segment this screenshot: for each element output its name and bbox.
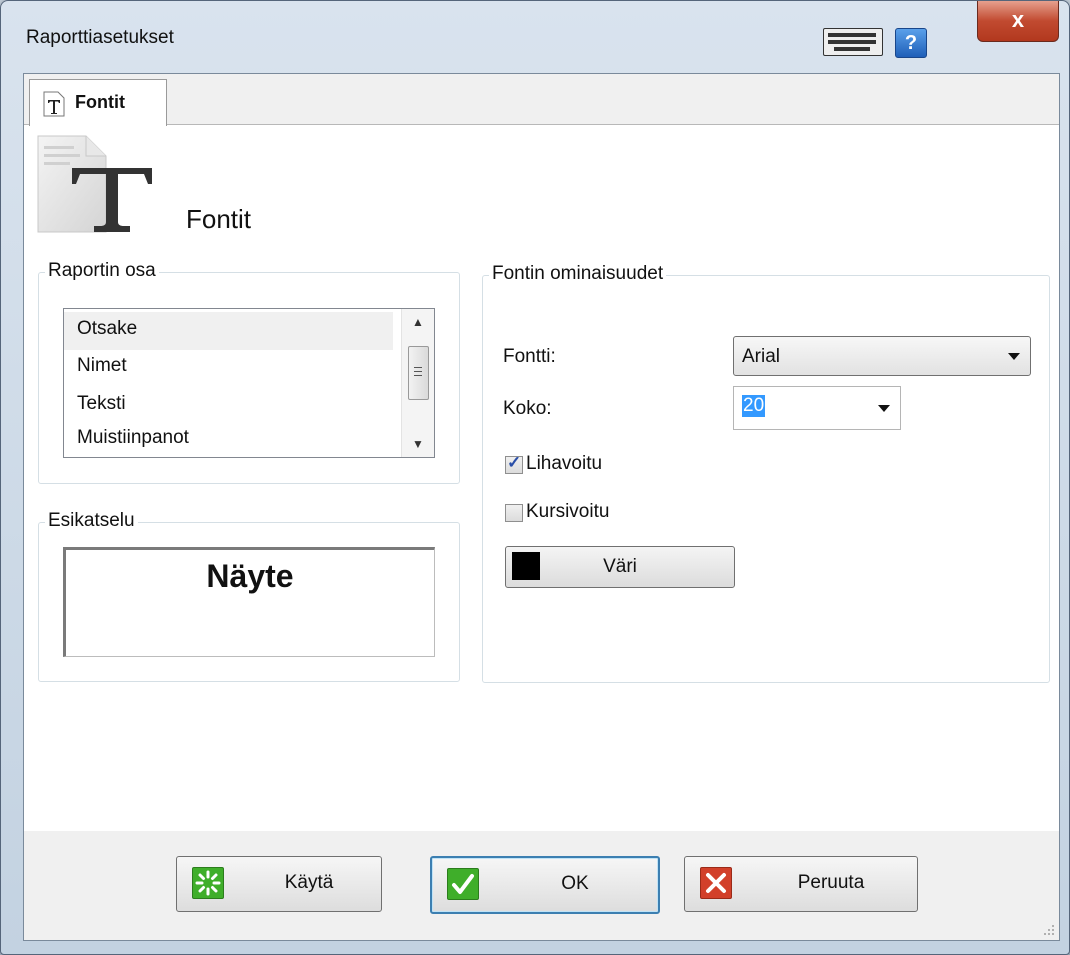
ok-button[interactable]: OK (430, 856, 660, 914)
page-title: Fontit (186, 204, 252, 234)
list-item-muistiinpanot[interactable]: Muistiinpanot (77, 427, 189, 449)
keyboard-icon[interactable] (823, 28, 883, 56)
italic-label[interactable]: Kursivoitu (526, 501, 609, 523)
list-item-nimet[interactable]: Nimet (77, 355, 127, 377)
dialog-window: Raporttiasetukset ? x Fontit Fontit Rapo… (0, 0, 1070, 955)
italic-checkbox[interactable] (505, 504, 523, 522)
close-button[interactable]: x (977, 1, 1059, 42)
cancel-button-label: Peruuta (797, 872, 865, 893)
font-properties-legend: Fontin ominaisuudet (489, 263, 667, 285)
scroll-thumb[interactable] (408, 346, 429, 400)
size-label: Koko: (503, 398, 552, 419)
font-document-icon (43, 91, 65, 117)
font-select[interactable]: Arial (733, 336, 1031, 376)
font-properties-group: Fontin ominaisuudet Fontti: Arial Koko: … (482, 263, 1050, 683)
apply-icon (192, 867, 224, 899)
color-button-label: Väri (603, 556, 637, 577)
tab-fonts[interactable]: Fontit (29, 79, 167, 126)
chevron-down-icon (878, 405, 890, 412)
checkmark-icon (447, 868, 479, 900)
bold-label[interactable]: Lihavoitu (526, 453, 602, 475)
list-item-teksti[interactable]: Teksti (77, 393, 126, 415)
size-combobox[interactable]: 20 (733, 386, 901, 430)
preview-sample-text: Näyte (206, 558, 294, 594)
ok-button-label: OK (561, 873, 589, 894)
resize-grip-icon[interactable] (1041, 922, 1055, 936)
apply-button[interactable]: Käytä (176, 856, 382, 912)
dialog-client-area: Fontit Fontit Raportin osa Otsake Nimet … (23, 73, 1060, 941)
list-scrollbar[interactable]: ▲ ▼ (401, 309, 434, 457)
preview-legend: Esikatselu (45, 510, 138, 532)
checkmark-icon: ✓ (507, 453, 522, 472)
tab-strip: Fontit (24, 74, 1059, 126)
scroll-up-icon[interactable]: ▲ (402, 309, 434, 335)
button-bar: Käytä OK Peruuta (24, 831, 1059, 940)
list-item-otsake[interactable]: Otsake (64, 312, 393, 350)
preview-box: Näyte (63, 547, 435, 657)
size-combobox-value: 20 (742, 395, 766, 417)
scroll-down-icon[interactable]: ▼ (402, 431, 434, 457)
report-part-group: Raportin osa Otsake Nimet Teksti Muistii… (38, 260, 460, 484)
preview-group: Esikatselu Näyte (38, 510, 460, 682)
font-large-icon (37, 135, 152, 233)
help-icon[interactable]: ? (895, 28, 927, 58)
apply-button-label: Käytä (284, 872, 334, 893)
window-title: Raporttiasetukset (26, 27, 174, 48)
report-part-list[interactable]: Otsake Nimet Teksti Muistiinpanot ▲ ▼ (63, 308, 435, 458)
report-part-legend: Raportin osa (45, 260, 159, 282)
tab-fonts-label: Fontit (75, 92, 125, 112)
cancel-icon (700, 867, 732, 899)
color-button[interactable]: Väri (505, 546, 735, 588)
font-label: Fontti: (503, 346, 556, 367)
bold-checkbox[interactable]: ✓ (505, 453, 523, 474)
chevron-down-icon (1008, 353, 1020, 360)
title-bar[interactable]: Raporttiasetukset ? x (1, 1, 1069, 81)
font-select-value: Arial (742, 346, 781, 367)
cancel-button[interactable]: Peruuta (684, 856, 918, 912)
